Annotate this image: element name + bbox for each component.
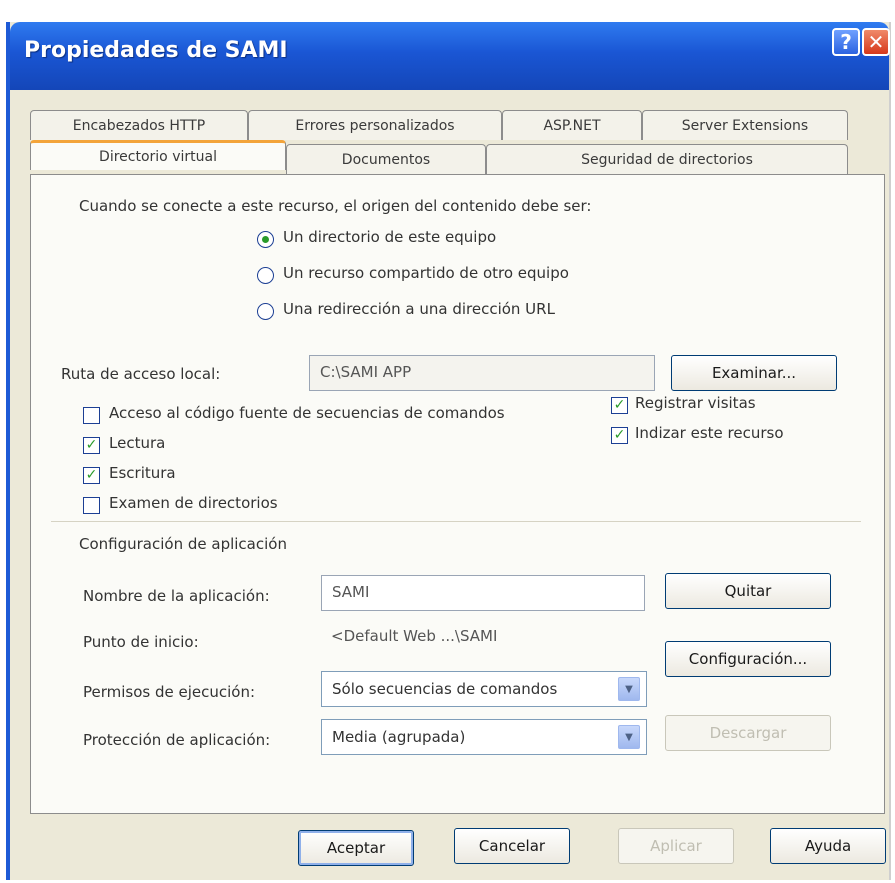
app-protection-label: Protección de aplicación: [83,731,271,749]
window-title: Propiedades de SAMI [24,38,288,63]
section-divider [51,521,861,522]
help-button[interactable]: Ayuda [770,828,886,864]
checkbox-index-resource[interactable]: ✓ [611,427,628,444]
radio-local-directory-label: Un directorio de este equipo [283,228,497,246]
app-name-field[interactable]: SAMI [321,575,645,611]
app-protection-value: Media (agrupada) [332,728,466,746]
apply-button[interactable]: Aplicar [618,828,734,864]
tab-directorio-virtual[interactable]: Directorio virtual [30,140,286,170]
tab-server-extensions[interactable]: Server Extensions [642,110,848,140]
local-path-field[interactable]: C:\SAMI APP [309,355,655,391]
checkbox-index-resource-label: Indizar este recurso [635,424,784,442]
chevron-down-icon[interactable]: ▼ [618,725,640,749]
help-icon[interactable]: ? [832,28,860,56]
checkbox-script-source[interactable] [83,407,100,424]
source-prompt: Cuando se conecte a este recurso, el ori… [79,197,592,215]
close-icon[interactable]: ✕ [862,28,890,56]
tab-encabezados-http[interactable]: Encabezados HTTP [30,110,248,140]
checkbox-write[interactable]: ✓ [83,467,100,484]
radio-url-redirect-label: Una redirección a una dirección URL [283,300,555,318]
unload-button[interactable]: Descargar [665,715,831,751]
remove-button[interactable]: Quitar [665,573,831,609]
checkbox-log-visits-label: Registrar visitas [635,394,756,412]
start-point-value: <Default Web ...\SAMI [331,627,498,645]
start-point-label: Punto de inicio: [83,633,199,651]
exec-permissions-value: Sólo secuencias de comandos [332,680,558,698]
ok-button[interactable]: Aceptar [298,830,414,866]
checkbox-read-label: Lectura [109,434,166,452]
tab-asp-net[interactable]: ASP.NET [502,110,642,140]
tab-panel-directorio-virtual: Cuando se conecte a este recurso, el ori… [30,174,885,814]
checkbox-log-visits[interactable]: ✓ [611,397,628,414]
radio-shared-resource[interactable] [257,267,274,284]
checkbox-directory-browse-label: Examen de directorios [109,494,278,512]
local-path-label: Ruta de acceso local: [61,365,221,383]
radio-url-redirect[interactable] [257,303,274,320]
radio-shared-resource-label: Un recurso compartido de otro equipo [283,264,569,282]
checkbox-write-label: Escritura [109,464,176,482]
checkbox-directory-browse[interactable] [83,497,100,514]
browse-button[interactable]: Examinar... [671,355,837,391]
configuration-button[interactable]: Configuración... [665,641,831,677]
tab-documentos[interactable]: Documentos [286,144,486,174]
exec-permissions-select[interactable]: Sólo secuencias de comandos ▼ [321,671,647,707]
radio-local-directory[interactable] [257,231,274,248]
chevron-down-icon[interactable]: ▼ [618,677,640,701]
tab-errores-personalizados[interactable]: Errores personalizados [248,110,502,140]
title-bar: Propiedades de SAMI ? ✕ [10,22,890,90]
checkbox-script-source-label: Acceso al código fuente de secuencias de… [109,404,505,422]
tab-seguridad-de-directorios[interactable]: Seguridad de directorios [486,144,848,174]
app-config-heading: Configuración de aplicación [79,535,287,553]
cancel-button[interactable]: Cancelar [454,828,570,864]
app-name-label: Nombre de la aplicación: [83,587,270,605]
exec-permissions-label: Permisos de ejecución: [83,683,256,701]
properties-dialog: Propiedades de SAMI ? ✕ Encabezados HTTP… [6,22,891,880]
app-protection-select[interactable]: Media (agrupada) ▼ [321,719,647,755]
checkbox-read[interactable]: ✓ [83,437,100,454]
